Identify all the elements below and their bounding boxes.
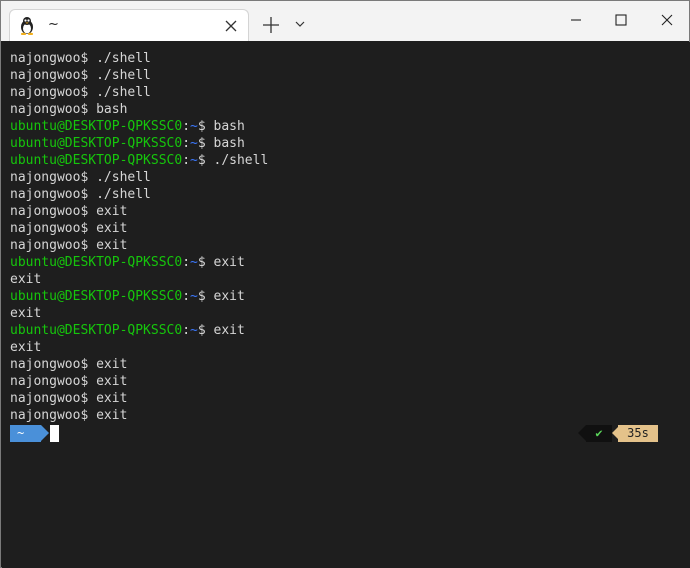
terminal-text: ~	[190, 119, 198, 134]
title-bar: ~	[1, 1, 689, 41]
terminal-line: ubuntu@DESKTOP-QPKSSC0:~$ exit	[10, 254, 268, 271]
terminal-text: :	[182, 255, 191, 270]
terminal-text: :	[182, 289, 191, 304]
terminal-text: ubuntu@DESKTOP-QPKSSC0	[10, 289, 183, 304]
terminal-text: $ exit	[197, 255, 245, 270]
status-arrow	[578, 425, 586, 441]
terminal-text: najongwoo$ exit	[10, 204, 128, 219]
terminal-text: exit	[10, 306, 42, 321]
terminal-text: ~	[190, 289, 198, 304]
terminal-line: najongwoo$ ./shell	[10, 169, 268, 186]
terminal-line: najongwoo$ exit	[10, 220, 268, 237]
terminal-text: $ exit	[197, 289, 245, 304]
terminal-text: $ ./shell	[197, 153, 269, 168]
terminal-line: exit	[10, 305, 268, 322]
terminal-text: najongwoo$ exit	[10, 357, 128, 372]
terminal-text: :	[182, 323, 191, 338]
minimize-icon[interactable]	[561, 7, 591, 33]
terminal-text: $ bash	[197, 119, 245, 134]
terminal-text: exit	[10, 272, 42, 287]
terminal-text: exit	[10, 340, 42, 355]
linux-penguin-icon	[20, 17, 34, 35]
terminal-text: najongwoo$ ./shell	[10, 170, 151, 185]
terminal-text: najongwoo$ exit	[10, 408, 128, 423]
terminal-text: ~	[190, 136, 198, 151]
maximize-icon[interactable]	[606, 7, 636, 33]
terminal-text: ubuntu@DESKTOP-QPKSSC0	[10, 119, 183, 134]
terminal-line: najongwoo$ exit	[10, 373, 268, 390]
terminal-text: ~	[190, 255, 198, 270]
terminal-line: ubuntu@DESKTOP-QPKSSC0:~$ bash	[10, 135, 268, 152]
terminal-text: :	[182, 136, 191, 151]
duration-badge: 35s	[618, 425, 658, 442]
terminal-text: najongwoo$ exit	[10, 238, 128, 253]
terminal-line: najongwoo$ exit	[10, 203, 268, 220]
chevron-down-icon[interactable]	[292, 16, 308, 32]
terminal-text: ~	[190, 323, 198, 338]
terminal-text: najongwoo$ ./shell	[10, 51, 151, 66]
terminal-area[interactable]: najongwoo$ ./shell najongwoo$ ./shell najo…	[2, 42, 690, 568]
terminal-text: :	[182, 153, 191, 168]
terminal-line: najongwoo$ exit	[10, 390, 268, 407]
terminal-text: :	[182, 119, 191, 134]
terminal-line: najongwoo$ bash	[10, 101, 268, 118]
terminal-output: najongwoo$ ./shell najongwoo$ ./shell najo…	[10, 50, 268, 424]
prompt-path-arrow	[41, 425, 49, 441]
terminal-line: najongwoo$ ./shell	[10, 67, 268, 84]
close-window-icon[interactable]	[652, 7, 682, 33]
terminal-line: najongwoo$ ./shell	[10, 50, 268, 67]
terminal-text: ~	[190, 153, 198, 168]
terminal-line: najongwoo$ ./shell	[10, 84, 268, 101]
close-icon[interactable]	[222, 17, 240, 35]
tab-title: ~	[48, 17, 59, 32]
tab-home[interactable]: ~	[9, 9, 249, 41]
terminal-line: ubuntu@DESKTOP-QPKSSC0:~$ bash	[10, 118, 268, 135]
terminal-text: najongwoo$ ./shell	[10, 85, 151, 100]
terminal-line: ubuntu@DESKTOP-QPKSSC0:~$ ./shell	[10, 152, 268, 169]
terminal-text: najongwoo$ exit	[10, 391, 128, 406]
terminal-text: ubuntu@DESKTOP-QPKSSC0	[10, 153, 183, 168]
terminal-line: najongwoo$ exit	[10, 407, 268, 424]
plus-icon[interactable]	[260, 14, 282, 36]
terminal-text: ubuntu@DESKTOP-QPKSSC0	[10, 255, 183, 270]
terminal-text: najongwoo$ ./shell	[10, 68, 151, 83]
terminal-line: ubuntu@DESKTOP-QPKSSC0:~$ exit	[10, 288, 268, 305]
terminal-text: najongwoo$ bash	[10, 102, 128, 117]
terminal-text: ubuntu@DESKTOP-QPKSSC0	[10, 136, 183, 151]
terminal-text: $ bash	[197, 136, 245, 151]
terminal-text: najongwoo$ exit	[10, 221, 128, 236]
terminal-line: exit	[10, 339, 268, 356]
terminal-text: najongwoo$ ./shell	[10, 187, 151, 202]
prompt-line[interactable]: ~ ✔ 35s	[10, 425, 670, 443]
terminal-line: najongwoo$ ./shell	[10, 186, 268, 203]
text-cursor	[50, 425, 59, 442]
terminal-line: exit	[10, 271, 268, 288]
terminal-line: ubuntu@DESKTOP-QPKSSC0:~$ exit	[10, 322, 268, 339]
terminal-text: $ exit	[197, 323, 245, 338]
terminal-line: najongwoo$ exit	[10, 356, 268, 373]
terminal-line: najongwoo$ exit	[10, 237, 268, 254]
terminal-window: ~ najongwoo$ ./shell najongwoo$ ./shell na…	[0, 0, 690, 568]
status-check: ✔	[586, 425, 612, 442]
prompt-path-segment: ~	[10, 425, 41, 442]
terminal-text: najongwoo$ exit	[10, 374, 128, 389]
terminal-text: ubuntu@DESKTOP-QPKSSC0	[10, 323, 183, 338]
